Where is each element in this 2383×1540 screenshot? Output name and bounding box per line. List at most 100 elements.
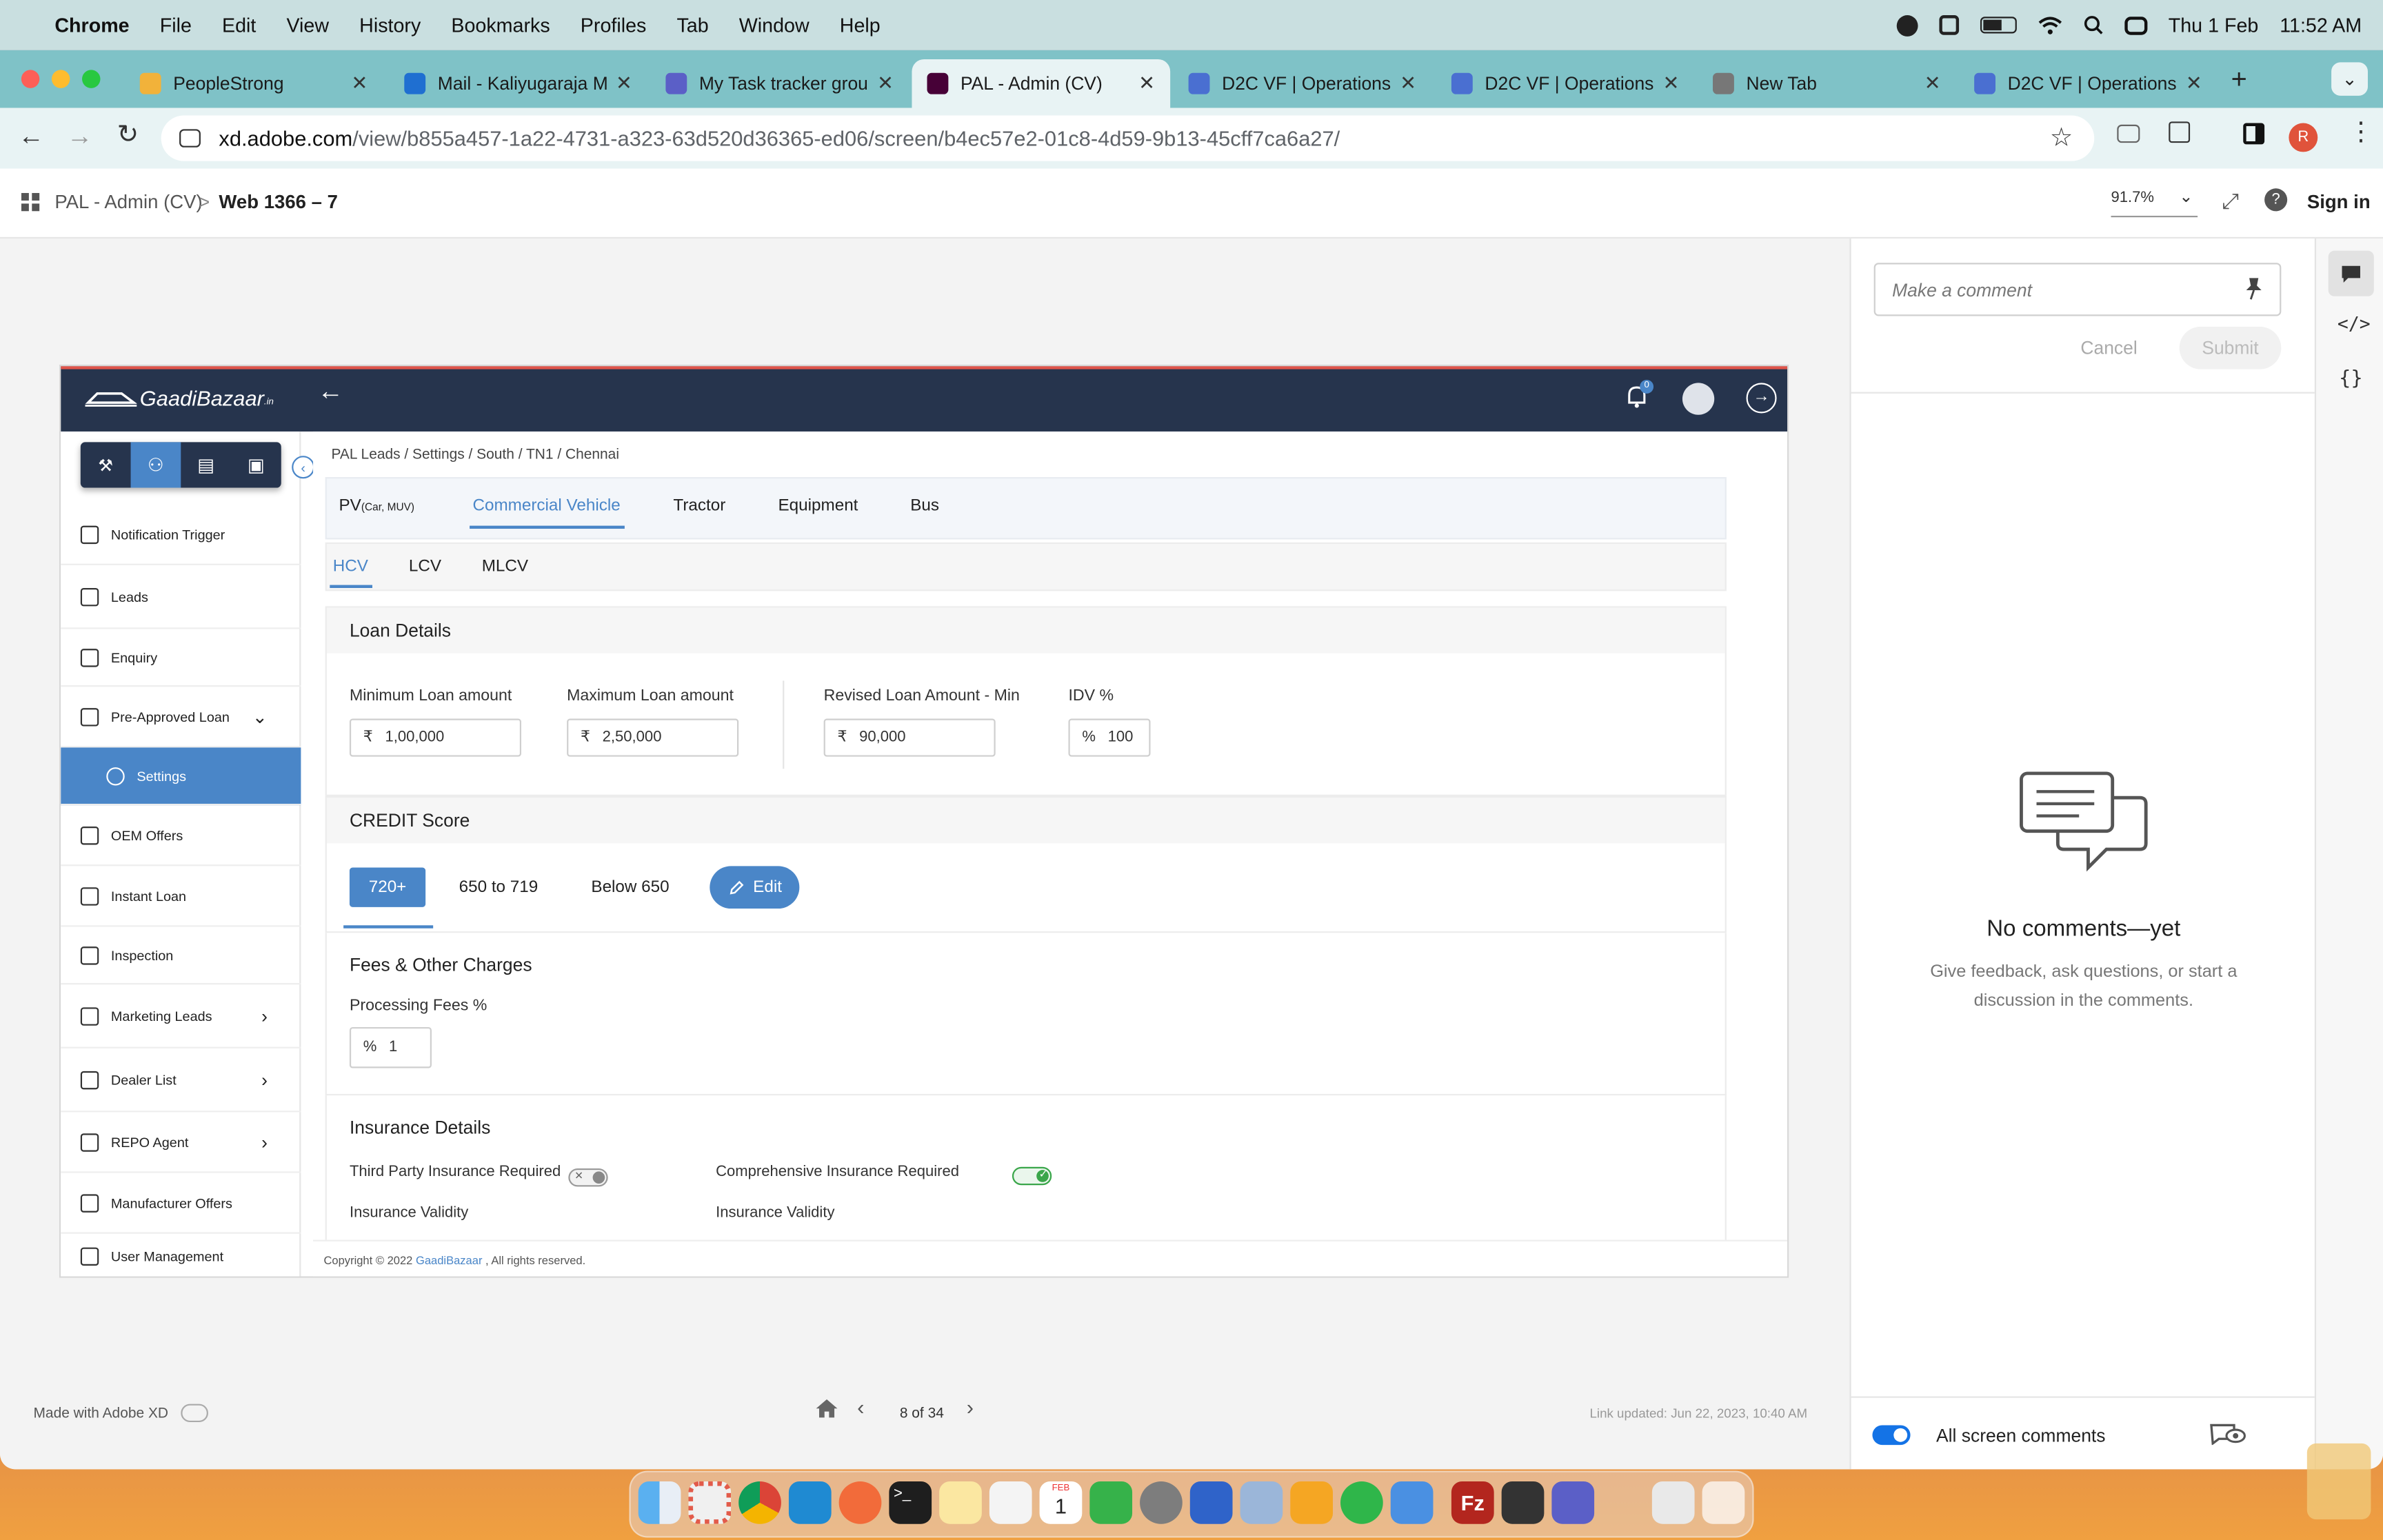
user-avatar-icon[interactable] [1682,383,1715,415]
trash-icon[interactable] [1702,1481,1745,1524]
menu-history[interactable]: History [359,14,421,37]
tab-tractor[interactable]: Tractor [673,497,725,515]
reload-icon[interactable]: ↻ [117,120,139,150]
tab-bus[interactable]: Bus [910,497,939,515]
next-screen-icon[interactable]: › [967,1395,974,1419]
sidebar-item[interactable]: Leads [61,565,301,629]
comments-rail-button[interactable] [2328,250,2374,296]
filezilla-icon[interactable]: Fz [1451,1481,1494,1524]
copyright-link[interactable]: GaadiBazaar [416,1253,482,1267]
mail-icon[interactable] [1390,1481,1434,1524]
back-icon[interactable]: ← [18,121,43,152]
calendar-icon[interactable]: FEB 1 [1039,1481,1083,1524]
browser-tab[interactable]: Mail - Kaliyugaraja M ✕ [389,59,647,108]
control-center-icon[interactable] [2124,16,2147,34]
hammer-icon[interactable]: ⚒ [81,455,131,474]
browser-tab[interactable]: D2C VF | Operations ✕ [1174,59,1432,108]
system-preferences-icon[interactable] [1140,1481,1183,1524]
previous-screen-icon[interactable]: ‹ [857,1395,864,1419]
max-loan-input[interactable]: ₹2,50,000 [567,718,739,757]
sidebar-item[interactable]: Pre-Approved Loan ⌄ [61,687,301,748]
code-icon[interactable]: </> [2337,313,2371,334]
min-loan-input[interactable]: ₹1,00,000 [349,718,522,757]
sidebar-item[interactable]: Manufacturer Offers [61,1173,301,1234]
sidebar-item[interactable]: REPO Agent › [61,1112,301,1173]
chrome-icon[interactable] [738,1481,781,1524]
comment-input[interactable]: Make a comment [1873,263,2282,316]
spotlight-search-icon[interactable] [2083,15,2103,35]
menu-app-name[interactable]: Chrome [54,14,129,37]
all-comments-toggle[interactable] [1872,1425,1911,1446]
teams-icon[interactable] [1551,1481,1595,1524]
new-tab-button[interactable]: + [2231,64,2247,96]
made-with-adobe-xd[interactable]: Made with Adobe XD [33,1404,208,1423]
messages-icon[interactable] [1340,1481,1383,1524]
status-app-icon[interactable] [1896,14,1918,36]
braces-icon[interactable]: {} [2339,367,2363,390]
subtab-hcv[interactable]: HCV [333,558,368,576]
url-field[interactable]: xd.adobe.com /view/b855a457-1a22-4731-a3… [161,115,2095,161]
menu-window[interactable]: Window [739,14,810,37]
subtab-mlcv[interactable]: MLCV [482,558,528,576]
sign-in-link[interactable]: Sign in [2307,192,2371,213]
menu-profiles[interactable]: Profiles [581,14,647,37]
camera-icon[interactable] [2117,124,2140,143]
numbers-icon[interactable] [1089,1481,1133,1524]
browser-tab[interactable]: PAL - Admin (CV) ✕ [912,59,1171,108]
home-icon[interactable] [814,1398,838,1419]
textedit-icon[interactable] [989,1481,1032,1524]
menu-tab[interactable]: Tab [676,14,708,37]
postman-icon[interactable] [838,1481,882,1524]
bookmark-star-icon[interactable]: ☆ [2050,123,2073,154]
security-shield-icon[interactable] [1189,1481,1233,1524]
menu-edit[interactable]: Edit [222,14,256,37]
credit-tab-720-plus[interactable]: 720+ [349,867,426,907]
tab-close-icon[interactable]: ✕ [351,72,368,96]
sidebar-item[interactable]: Notification Trigger [61,505,301,565]
idv-input[interactable]: % 100 [1068,718,1151,757]
finder-icon[interactable] [638,1481,681,1524]
grid-view-icon[interactable] [21,192,40,212]
fullscreen-icon[interactable]: ⤢ [2222,188,2239,214]
forward-icon[interactable]: → [67,121,92,152]
sidebar-item[interactable]: Enquiry [61,629,301,687]
sidebar-item[interactable]: Marketing Leads › [61,984,301,1048]
processing-fees-input[interactable]: % 1 [349,1026,432,1068]
zoom-select[interactable]: 91.7% ⌄ [2111,188,2198,218]
sidebar-item[interactable]: User Management [61,1234,301,1277]
chrome-menu-icon[interactable]: ⋮ [2348,117,2373,148]
wifi-icon[interactable] [2038,16,2062,34]
comprehensive-toggle[interactable]: ✓ [1012,1166,1053,1185]
menu-file[interactable]: File [160,14,192,37]
tab-close-icon[interactable]: ✕ [2186,72,2202,96]
sidebar-item[interactable]: Dealer List › [61,1048,301,1113]
tab-equipment[interactable]: Equipment [778,497,858,515]
back-arrow-icon[interactable]: ← [318,377,343,407]
tab-search-button[interactable]: ⌄ [2331,62,2368,96]
window-zoom-button[interactable] [82,70,101,88]
third-party-toggle[interactable]: ✕ [568,1168,608,1186]
menu-bookmarks[interactable]: Bookmarks [451,14,550,37]
pin-icon[interactable] [2243,276,2264,301]
help-icon[interactable]: ? [2264,188,2288,212]
edit-button[interactable]: Edit [710,866,800,909]
site-info-icon[interactable] [179,129,201,148]
sidepanel-icon[interactable] [2243,123,2265,145]
documents-folder-icon[interactable] [1651,1481,1695,1524]
menubar-time[interactable]: 11:52 AM [2280,14,2362,37]
document-icon[interactable]: ▤ [181,454,231,476]
tab-close-icon[interactable]: ✕ [1924,72,1941,96]
sidebar-item[interactable]: Inspection [61,927,301,985]
window-close-button[interactable] [21,70,40,88]
browser-tab[interactable]: D2C VF | Operations ✕ [1436,59,1695,108]
revised-loan-input[interactable]: ₹90,000 [823,718,996,757]
tab-commercial-vehicle[interactable]: Commercial Vehicle [472,497,620,515]
profile-avatar[interactable]: R [2289,123,2318,152]
sidebar-item[interactable]: Settings [61,747,301,806]
comment-visibility-icon[interactable] [2210,1421,2246,1446]
report-icon[interactable]: ▣ [231,454,281,476]
tab-pv[interactable]: PV(Car, MUV) [339,497,415,515]
tab-close-icon[interactable]: ✕ [1400,72,1416,96]
sequel-icon[interactable] [1501,1481,1545,1524]
extensions-icon[interactable] [2169,121,2191,143]
